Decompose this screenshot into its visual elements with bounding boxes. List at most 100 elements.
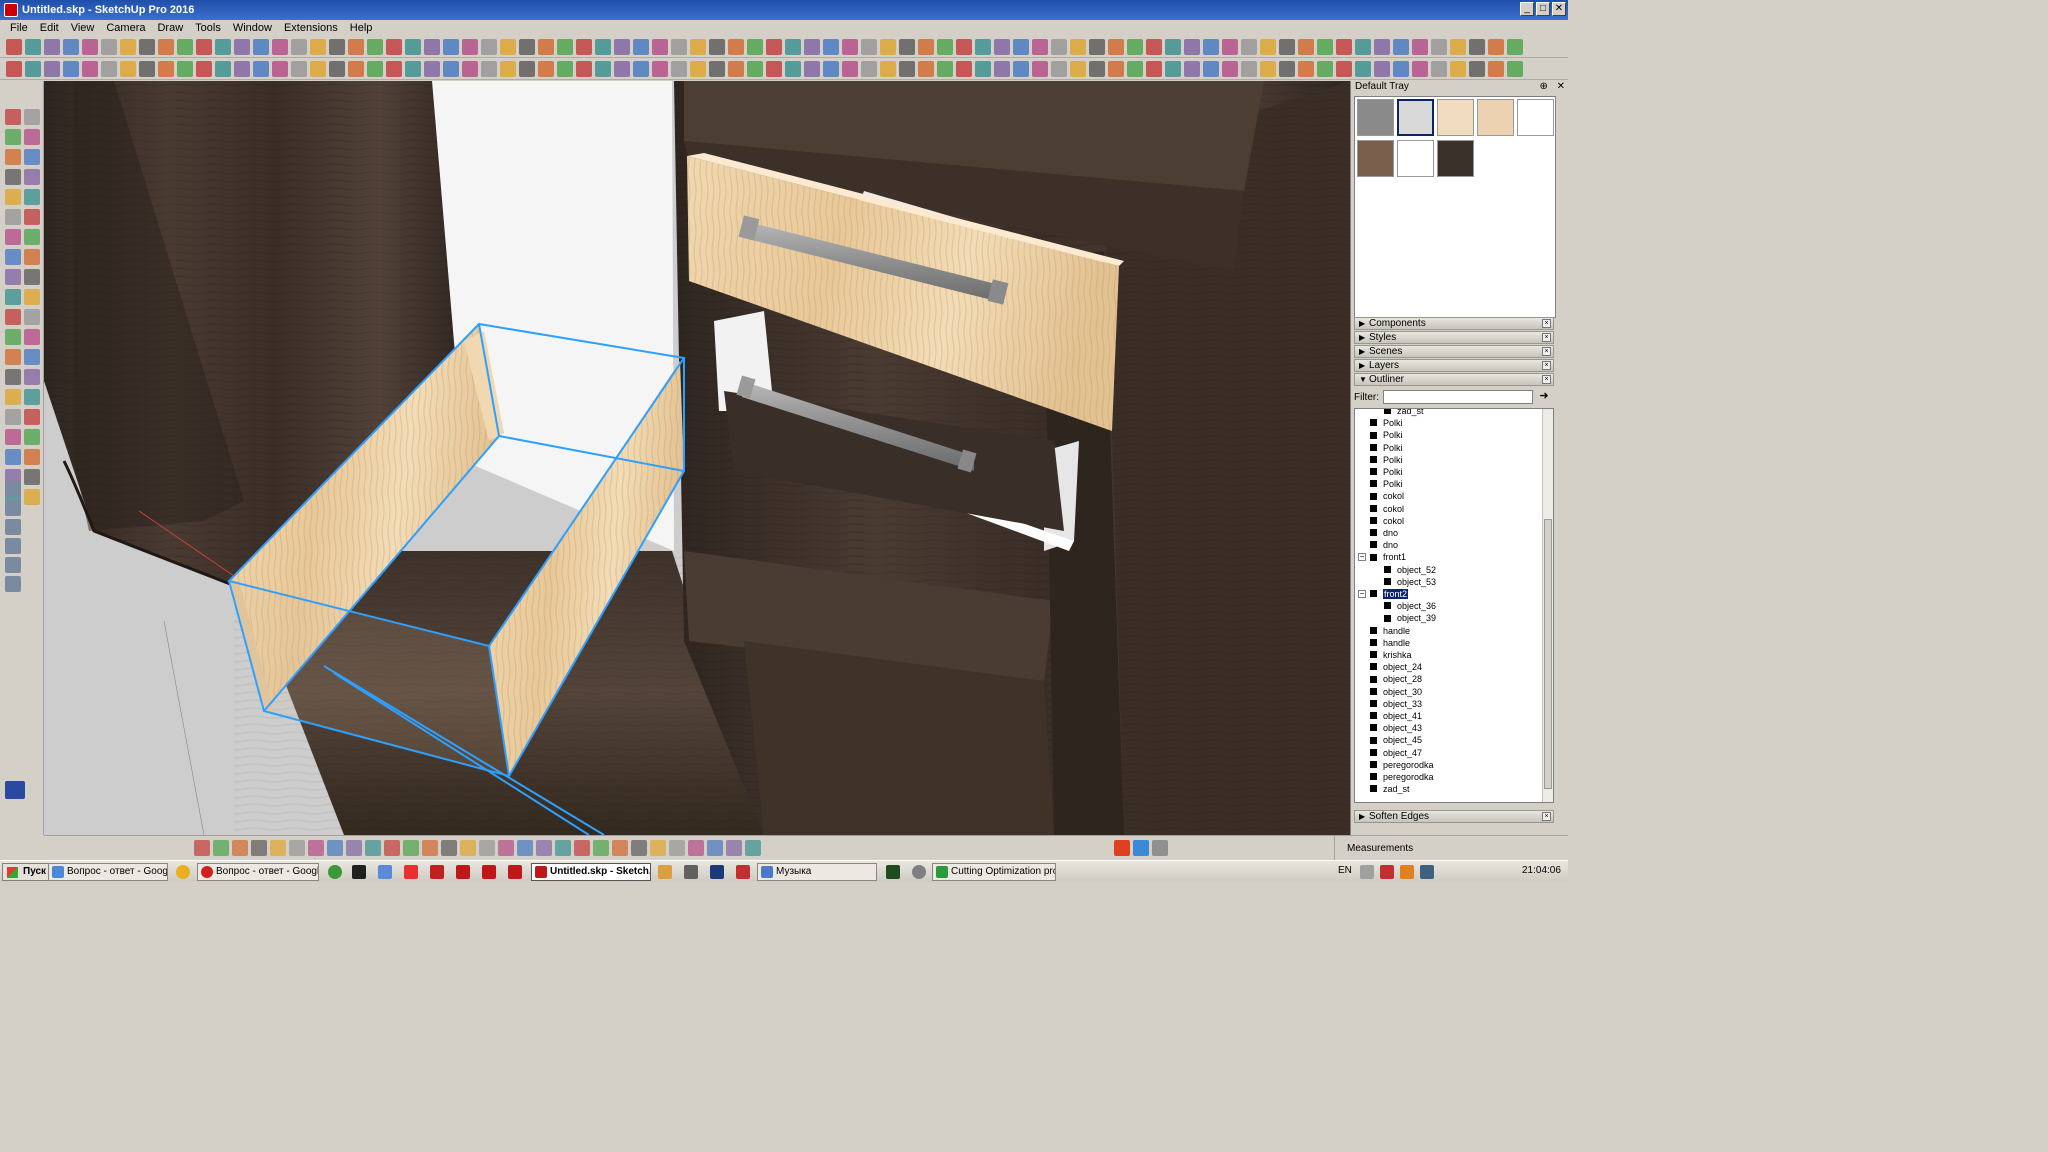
toolbar1-tool-icon[interactable]	[1298, 39, 1314, 55]
left-tool-icon[interactable]	[24, 169, 40, 185]
toolbar2-tool-icon[interactable]	[747, 61, 763, 77]
pin-icon[interactable]: ⊕	[1539, 81, 1547, 92]
toolbar1-tool-icon[interactable]	[1241, 39, 1257, 55]
panel-styles[interactable]: ▶ Styles ×	[1354, 331, 1554, 344]
toolbar2-tool-icon[interactable]	[253, 61, 269, 77]
toolbar2-tool-icon[interactable]	[329, 61, 345, 77]
toolbar2-tool-icon[interactable]	[1507, 61, 1523, 77]
toolbar2-tool-icon[interactable]	[880, 61, 896, 77]
bottom-tool-icon[interactable]	[479, 840, 495, 856]
toolbar2-tool-icon[interactable]	[690, 61, 706, 77]
toolbar2-tool-icon[interactable]	[1203, 61, 1219, 77]
toolbar1-tool-icon[interactable]	[367, 39, 383, 55]
scrollbar-thumb[interactable]	[1544, 519, 1552, 789]
left-tool-icon[interactable]	[24, 249, 40, 265]
outliner-item[interactable]: object_33	[1370, 698, 1422, 710]
left-tool-icon[interactable]	[24, 389, 40, 405]
left-tool-icon[interactable]	[24, 269, 40, 285]
sandbox-tool-icon[interactable]	[5, 538, 21, 554]
toolbar1-tool-icon[interactable]	[804, 39, 820, 55]
toolbar1-tool-icon[interactable]	[82, 39, 98, 55]
collapse-toggle-icon[interactable]: −	[1358, 553, 1366, 562]
outliner-item[interactable]: object_47	[1370, 747, 1422, 759]
toolbar2-tool-icon[interactable]	[310, 61, 326, 77]
bottom-tool-icon[interactable]	[270, 840, 286, 856]
sandbox-tool-icon[interactable]	[5, 481, 21, 497]
left-tool-icon[interactable]	[24, 189, 40, 205]
toolbar1-tool-icon[interactable]	[1203, 39, 1219, 55]
bottom-tool-icon[interactable]	[593, 840, 609, 856]
left-tool-icon[interactable]	[5, 329, 21, 345]
toolbar2-tool-icon[interactable]	[424, 61, 440, 77]
audition-icon[interactable]	[886, 865, 900, 879]
panel-outliner[interactable]: ▼ Outliner ×	[1354, 373, 1554, 386]
left-tool-icon[interactable]	[5, 129, 21, 145]
outliner-item[interactable]: cokol	[1370, 490, 1404, 502]
toolbar1-tool-icon[interactable]	[291, 39, 307, 55]
bottom-tool-icon[interactable]	[650, 840, 666, 856]
toolbar2-tool-icon[interactable]	[538, 61, 554, 77]
outliner-item[interactable]: Polki	[1370, 454, 1403, 466]
outliner-item[interactable]: krishka	[1370, 649, 1412, 661]
panel-close-icon[interactable]: ×	[1542, 361, 1551, 370]
bottom-tool-icon[interactable]	[441, 840, 457, 856]
outliner-item[interactable]: object_24	[1370, 661, 1422, 673]
toolbar1-tool-icon[interactable]	[975, 39, 991, 55]
toolbar1-tool-icon[interactable]	[348, 39, 364, 55]
outliner-item[interactable]: peregorodka	[1370, 759, 1434, 771]
toolbar2-tool-icon[interactable]	[1070, 61, 1086, 77]
left-tool-icon[interactable]	[5, 429, 21, 445]
toolbar2-tool-icon[interactable]	[1355, 61, 1371, 77]
toolbar1-tool-icon[interactable]	[443, 39, 459, 55]
toolbar2-tool-icon[interactable]	[1241, 61, 1257, 77]
bottom-tool-icon[interactable]	[460, 840, 476, 856]
model-viewport[interactable]	[44, 81, 1350, 835]
toolbar1-tool-icon[interactable]	[709, 39, 725, 55]
toolbar2-tool-icon[interactable]	[652, 61, 668, 77]
toolbar2-tool-icon[interactable]	[44, 61, 60, 77]
dynamic-components-icon[interactable]	[5, 781, 25, 799]
bottom-tool-icon[interactable]	[536, 840, 552, 856]
left-tool-icon[interactable]	[5, 309, 21, 325]
toolbar1-tool-icon[interactable]	[538, 39, 554, 55]
sandbox-tool-icon[interactable]	[5, 500, 21, 516]
task-button-opera[interactable]: Вопрос - ответ - Google...	[197, 863, 319, 881]
close-button[interactable]: ✕	[1552, 2, 1566, 16]
toolbar2-tool-icon[interactable]	[462, 61, 478, 77]
filter-input[interactable]	[1383, 390, 1533, 404]
app-icon[interactable]	[352, 865, 366, 879]
toolbar1-tool-icon[interactable]	[1355, 39, 1371, 55]
yandex-icon[interactable]	[404, 865, 418, 879]
outliner-item[interactable]: front1	[1370, 551, 1406, 563]
toolbar1-tool-icon[interactable]	[234, 39, 250, 55]
toolbar1-tool-icon[interactable]	[1374, 39, 1390, 55]
toolbar2-tool-icon[interactable]	[101, 61, 117, 77]
toolbar1-tool-icon[interactable]	[272, 39, 288, 55]
toolbar1-tool-icon[interactable]	[690, 39, 706, 55]
bottom-tool-icon[interactable]	[631, 840, 647, 856]
tray-icon-3[interactable]	[1400, 865, 1414, 879]
toolbar1-tool-icon[interactable]	[671, 39, 687, 55]
material-swatch-white-2[interactable]	[1397, 140, 1434, 177]
toolbar1-tool-icon[interactable]	[557, 39, 573, 55]
toolbar1-tool-icon[interactable]	[994, 39, 1010, 55]
bottom-tool-icon[interactable]	[669, 840, 685, 856]
left-tool-icon[interactable]	[24, 309, 40, 325]
panel-close-icon[interactable]: ×	[1542, 347, 1551, 356]
left-tool-icon[interactable]	[5, 449, 21, 465]
toolbar2-tool-icon[interactable]	[576, 61, 592, 77]
material-swatch-marble[interactable]	[1397, 99, 1434, 136]
sketchup-layout-icon[interactable]	[482, 865, 496, 879]
outliner-item[interactable]: zad_st	[1370, 783, 1410, 795]
toolbar2-tool-icon[interactable]	[937, 61, 953, 77]
outliner-item[interactable]: cokol	[1370, 515, 1404, 527]
photoshop-icon[interactable]	[710, 865, 724, 879]
left-tool-icon[interactable]	[5, 209, 21, 225]
toolbar1-tool-icon[interactable]	[937, 39, 953, 55]
toolbar2-tool-icon[interactable]	[785, 61, 801, 77]
menu-tools[interactable]: Tools	[189, 22, 227, 34]
outliner-item[interactable]: object_43	[1370, 722, 1422, 734]
toolbar2-tool-icon[interactable]	[386, 61, 402, 77]
toolbar1-tool-icon[interactable]	[861, 39, 877, 55]
toolbar2-tool-icon[interactable]	[1336, 61, 1352, 77]
